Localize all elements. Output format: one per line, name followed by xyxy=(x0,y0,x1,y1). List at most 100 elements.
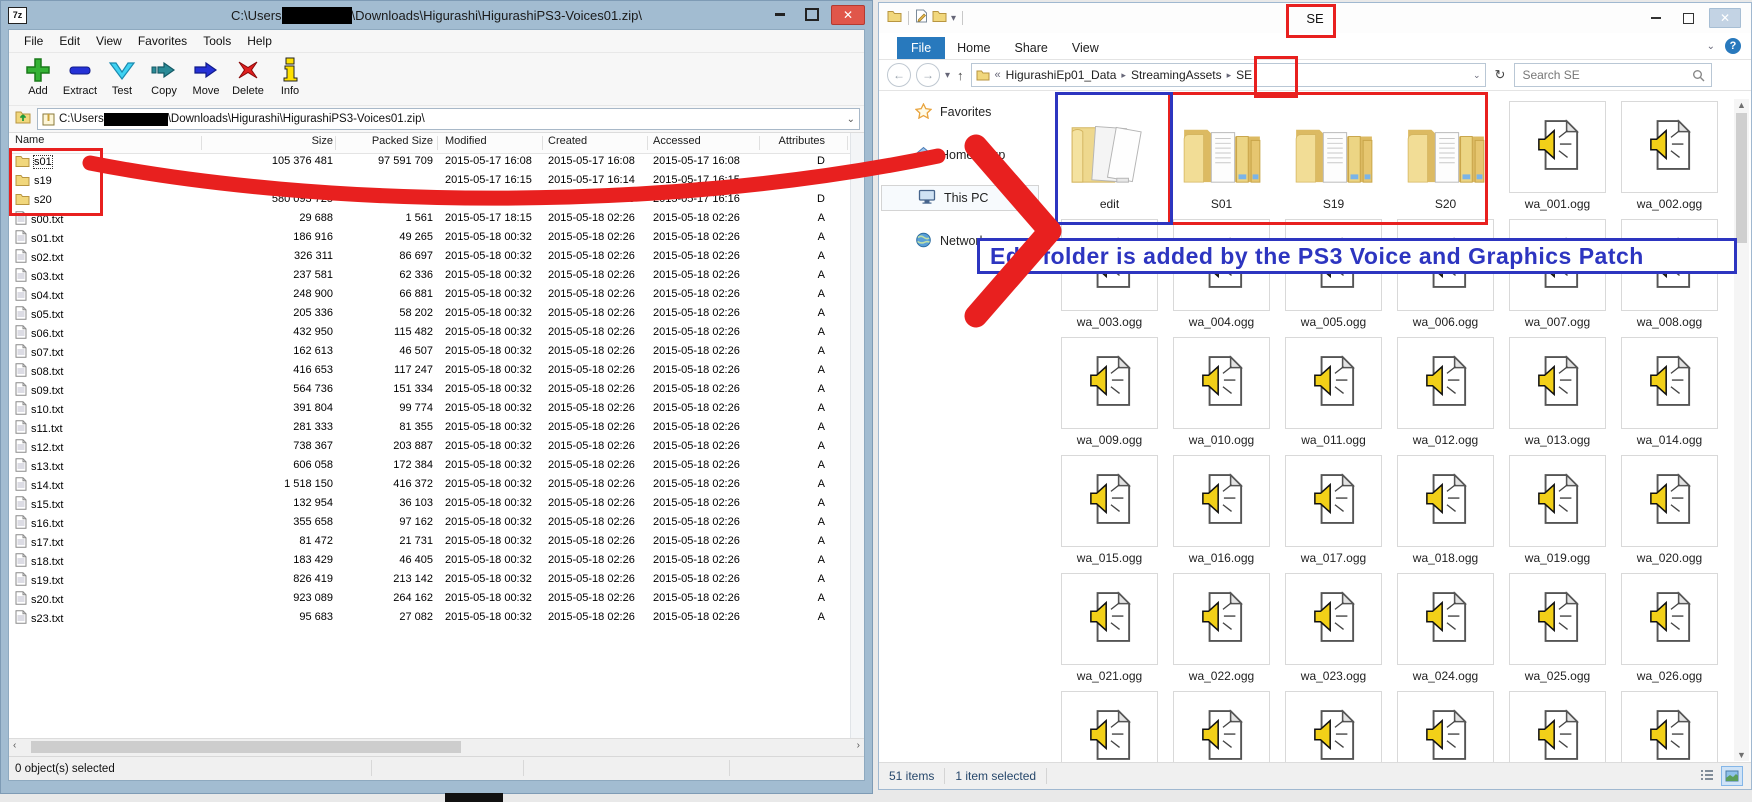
info-button[interactable]: Info xyxy=(269,53,311,97)
file-tile[interactable]: wa_013.ogg xyxy=(1509,337,1606,455)
file-tile[interactable]: wa_022.ogg xyxy=(1173,573,1270,691)
folder-icon[interactable] xyxy=(887,9,902,27)
breadcrumb-segment[interactable]: HigurashiEp01_Data xyxy=(1006,68,1117,82)
column-header-accessed[interactable]: Accessed xyxy=(653,135,751,147)
file-tile[interactable] xyxy=(1621,691,1718,763)
scroll-right-icon[interactable]: › xyxy=(857,740,860,751)
folder-tile[interactable]: S19 xyxy=(1285,101,1382,219)
table-row[interactable]: s01.txt186 91649 2652015-05-18 00:322015… xyxy=(9,229,850,248)
tab-share[interactable]: Share xyxy=(1003,37,1060,59)
minimize-button[interactable] xyxy=(767,5,793,23)
scrollbar-thumb[interactable] xyxy=(31,741,461,753)
table-row[interactable]: s20.txt923 089264 1622015-05-18 00:32201… xyxy=(9,590,850,609)
table-row[interactable]: s01105 376 48197 591 7092015-05-17 16:08… xyxy=(9,153,850,172)
forward-button[interactable]: → xyxy=(916,63,940,87)
file-tile[interactable]: wa_011.ogg xyxy=(1285,337,1382,455)
sidebar-item-homegroup[interactable]: Homegroup xyxy=(879,142,1059,168)
file-tile[interactable] xyxy=(1397,691,1494,763)
back-button[interactable]: ← xyxy=(887,63,911,87)
properties-icon[interactable] xyxy=(915,9,928,28)
file-tile[interactable]: wa_026.ogg xyxy=(1621,573,1718,691)
file-tile[interactable] xyxy=(1061,691,1158,763)
scroll-down-icon[interactable]: ▼ xyxy=(1734,750,1749,760)
table-row[interactable]: s03.txt237 58162 3362015-05-18 00:322015… xyxy=(9,267,850,286)
history-dropdown-icon[interactable]: ▾ xyxy=(945,70,950,81)
file-tile[interactable]: wa_003.ogg xyxy=(1061,219,1158,337)
folder-up-icon[interactable] xyxy=(15,109,31,129)
details-view-button[interactable] xyxy=(1697,766,1717,784)
tab-home[interactable]: Home xyxy=(945,37,1002,59)
address-dropdown-icon[interactable]: ⌄ xyxy=(1473,70,1481,81)
file-tile[interactable]: wa_020.ogg xyxy=(1621,455,1718,573)
table-row[interactable]: s23.txt95 68327 0822015-05-18 00:322015-… xyxy=(9,609,850,628)
table-row[interactable]: s13.txt606 058172 3842015-05-18 00:32201… xyxy=(9,457,850,476)
vertical-scrollbar[interactable] xyxy=(850,133,864,738)
file-tile[interactable]: wa_006.ogg xyxy=(1397,219,1494,337)
table-row[interactable]: s16.txt355 65897 1622015-05-18 00:322015… xyxy=(9,514,850,533)
test-button[interactable]: Test xyxy=(101,53,143,97)
list-column-headers[interactable]: NameSizePacked SizeModifiedCreatedAccess… xyxy=(9,133,850,154)
column-header-name[interactable]: Name xyxy=(15,134,200,146)
file-tile[interactable]: wa_023.ogg xyxy=(1285,573,1382,691)
help-icon[interactable]: ? xyxy=(1725,38,1741,54)
table-row[interactable]: s11.txt281 33381 3552015-05-18 00:322015… xyxy=(9,419,850,438)
column-header-attributes[interactable]: Attributes xyxy=(765,135,825,147)
move-button[interactable]: Move xyxy=(185,53,227,97)
file-tile[interactable]: wa_025.ogg xyxy=(1509,573,1606,691)
scrollbar-thumb[interactable] xyxy=(1736,113,1747,243)
table-row[interactable]: s12.txt738 367203 8872015-05-18 00:32201… xyxy=(9,438,850,457)
breadcrumb[interactable]: « HigurashiEp01_Data▸StreamingAssets▸SE … xyxy=(971,63,1486,87)
menu-item-help[interactable]: Help xyxy=(240,32,279,50)
table-row[interactable]: s02.txt326 31186 6972015-05-18 00:322015… xyxy=(9,248,850,267)
file-tile[interactable]: wa_012.ogg xyxy=(1397,337,1494,455)
table-row[interactable]: s09.txt564 736151 3342015-05-18 00:32201… xyxy=(9,381,850,400)
menu-item-edit[interactable]: Edit xyxy=(52,32,87,50)
table-row[interactable]: s05.txt205 33658 2022015-05-18 00:322015… xyxy=(9,305,850,324)
maximize-button[interactable] xyxy=(1677,9,1699,27)
large-icons-view-button[interactable] xyxy=(1721,766,1743,786)
close-button[interactable]: ✕ xyxy=(1709,8,1741,28)
ribbon-collapse-icon[interactable]: ⌄ xyxy=(1707,41,1715,52)
maximize-button[interactable] xyxy=(799,5,825,23)
column-header-size[interactable]: Size xyxy=(209,135,333,147)
sidebar-item-this-pc[interactable]: This PC xyxy=(881,185,1039,211)
column-header-packed-size[interactable]: Packed Size xyxy=(339,135,433,147)
file-tile[interactable] xyxy=(1285,691,1382,763)
folder-tile[interactable]: S01 xyxy=(1173,101,1270,219)
menu-item-tools[interactable]: Tools xyxy=(196,32,238,50)
file-tile[interactable]: wa_009.ogg xyxy=(1061,337,1158,455)
table-row[interactable]: s06.txt432 950115 4822015-05-18 00:32201… xyxy=(9,324,850,343)
horizontal-scrollbar[interactable]: ‹ › xyxy=(9,738,864,756)
file-tile[interactable]: wa_004.ogg xyxy=(1173,219,1270,337)
minimize-button[interactable] xyxy=(1645,9,1667,27)
file-tile[interactable]: wa_008.ogg xyxy=(1621,219,1718,337)
menu-item-view[interactable]: View xyxy=(89,32,129,50)
search-icon[interactable] xyxy=(1692,69,1705,82)
table-row[interactable]: s07.txt162 61346 5072015-05-18 00:322015… xyxy=(9,343,850,362)
table-row[interactable]: s14.txt1 518 150416 3722015-05-18 00:322… xyxy=(9,476,850,495)
file-tile[interactable]: wa_019.ogg xyxy=(1509,455,1606,573)
chevron-right-icon[interactable]: ▸ xyxy=(1227,70,1232,81)
folder-tile[interactable]: S20 xyxy=(1397,101,1494,219)
new-folder-icon[interactable] xyxy=(932,9,947,27)
file-tile[interactable]: wa_015.ogg xyxy=(1061,455,1158,573)
chevron-down-icon[interactable]: ▾ xyxy=(951,13,956,24)
vertical-scrollbar[interactable]: ▲ ▼ xyxy=(1734,99,1749,761)
explorer-titlebar[interactable]: ▾ SE ✕ xyxy=(879,3,1751,33)
folder-tile[interactable]: edit xyxy=(1061,101,1158,219)
file-tile[interactable]: wa_016.ogg xyxy=(1173,455,1270,573)
breadcrumb-segment[interactable]: StreamingAssets xyxy=(1131,68,1222,82)
chevron-down-icon[interactable]: ⌄ xyxy=(847,114,855,125)
scroll-left-icon[interactable]: ‹ xyxy=(13,740,16,751)
refresh-icon[interactable]: ↻ xyxy=(1491,67,1510,83)
table-row[interactable]: s10.txt391 80499 7742015-05-18 00:322015… xyxy=(9,400,850,419)
copy-button[interactable]: Copy xyxy=(143,53,185,97)
add-button[interactable]: Add xyxy=(17,53,59,97)
table-row[interactable]: s17.txt81 47221 7312015-05-18 00:322015-… xyxy=(9,533,850,552)
delete-button[interactable]: Delete xyxy=(227,53,269,97)
file-tile[interactable]: wa_014.ogg xyxy=(1621,337,1718,455)
menu-item-favorites[interactable]: Favorites xyxy=(131,32,194,50)
table-row[interactable]: s19.txt826 419213 1422015-05-18 00:32201… xyxy=(9,571,850,590)
close-button[interactable]: ✕ xyxy=(831,5,865,25)
file-tile[interactable] xyxy=(1509,691,1606,763)
